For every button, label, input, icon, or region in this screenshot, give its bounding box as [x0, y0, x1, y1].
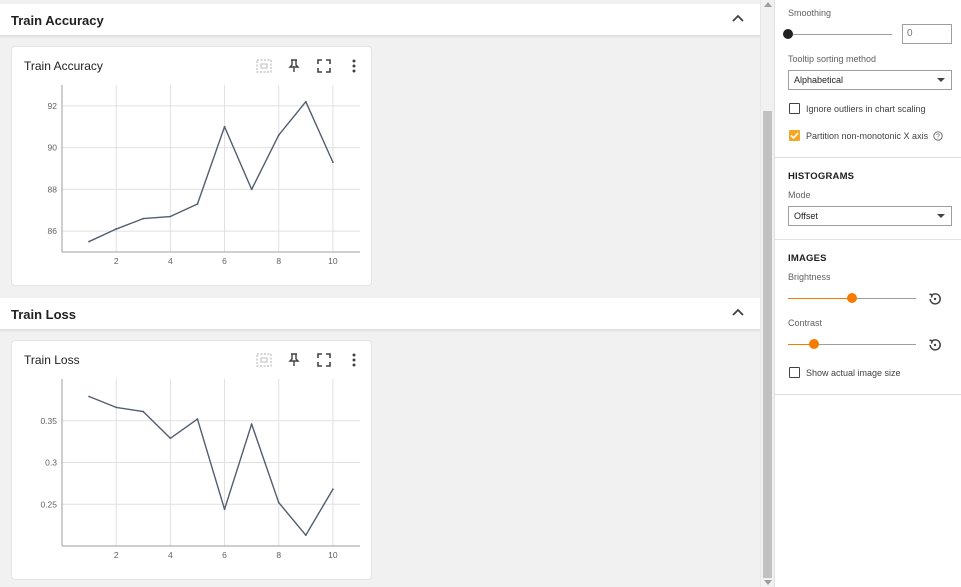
y-tick-label: 86: [48, 226, 58, 236]
brightness-slider-fill: [788, 298, 852, 299]
section-divider: [775, 239, 961, 240]
group-title: Train Accuracy: [11, 13, 104, 28]
histogram-mode-label: Mode: [788, 190, 811, 200]
data-point: [115, 406, 118, 409]
y-tick-label: 0.3: [45, 458, 57, 468]
data-point: [142, 217, 145, 220]
line-chart-train-accuracy[interactable]: 2 4 6 8 10 86 88 90 92: [12, 47, 373, 287]
tooltip-sort-label: Tooltip sorting method: [788, 54, 877, 64]
x-tick-label: 2: [114, 550, 119, 560]
group-header-train-accuracy[interactable]: Train Accuracy: [0, 4, 760, 36]
brightness-slider-thumb[interactable]: [847, 293, 857, 303]
data-point: [196, 203, 199, 205]
dropdown-caret-icon: [937, 78, 945, 82]
svg-text:?: ?: [936, 134, 940, 141]
data-point: [142, 410, 145, 413]
tooltip-sort-value: Alphabetical: [794, 75, 844, 85]
data-point: [196, 418, 199, 420]
data-point: [115, 228, 118, 230]
y-tick-label: 0.35: [40, 416, 57, 426]
y-tick-label: 88: [48, 184, 58, 194]
data-point: [250, 423, 253, 425]
section-divider: [775, 394, 961, 395]
data-point: [332, 488, 334, 491]
brightness-label: Brightness: [788, 272, 831, 282]
data-point: [223, 508, 226, 511]
y-tick-label: 92: [48, 101, 58, 111]
help-icon[interactable]: ?: [933, 131, 943, 141]
reset-contrast-icon[interactable]: [927, 337, 943, 353]
x-tick-label: 10: [328, 550, 338, 560]
x-tick-label: 4: [168, 550, 173, 560]
main-scrollbar[interactable]: [760, 0, 773, 587]
ignore-outliers-checkbox[interactable]: [789, 103, 800, 114]
actual-size-label: Show actual image size: [806, 368, 901, 378]
ignore-outliers-label: Ignore outliers in chart scaling: [806, 104, 926, 114]
scroll-down-arrow-icon[interactable]: [764, 580, 772, 585]
line-chart-train-loss[interactable]: 2 4 6 8 10 0.25 0.3 0.35: [12, 341, 373, 581]
chevron-up-icon[interactable]: [731, 11, 745, 25]
chart-card-train-loss: Train Loss 2 4 6 8 10 0.25 0.3 0.35: [11, 340, 372, 580]
data-point: [88, 395, 90, 398]
data-point: [277, 134, 280, 136]
histograms-heading: HISTOGRAMS: [788, 171, 855, 182]
partition-x-label: Partition non-monotonic X axis: [806, 131, 929, 141]
histogram-mode-value: Offset: [794, 211, 818, 221]
x-tick-label: 8: [276, 550, 281, 560]
histogram-mode-select[interactable]: Offset: [788, 206, 952, 226]
x-tick-label: 4: [168, 256, 173, 266]
x-tick-label: 8: [276, 256, 281, 266]
main-panel: Train Accuracy Train Accuracy 2 4 6 8 10 86 88…: [0, 0, 760, 587]
data-point: [88, 240, 90, 243]
x-tick-label: 10: [328, 256, 338, 266]
smoothing-input[interactable]: 0: [902, 24, 952, 44]
x-tick-label: 2: [114, 256, 119, 266]
chevron-up-icon[interactable]: [731, 305, 745, 319]
series-line: [88, 395, 334, 536]
data-point: [332, 161, 334, 164]
images-heading: IMAGES: [788, 253, 827, 264]
reset-brightness-icon[interactable]: [927, 291, 943, 307]
tooltip-sort-select[interactable]: Alphabetical: [788, 70, 952, 90]
series-line: [88, 101, 334, 243]
chart-card-train-accuracy: Train Accuracy 2 4 6 8 10 86 88 90 92: [11, 46, 372, 286]
data-point: [223, 125, 226, 128]
x-tick-label: 6: [222, 256, 227, 266]
y-tick-label: 90: [48, 143, 58, 153]
y-tick-label: 0.25: [40, 499, 57, 509]
data-point: [169, 437, 172, 440]
scrollbar-thumb[interactable]: [763, 111, 772, 578]
data-point: [250, 188, 253, 191]
data-point: [304, 100, 307, 103]
group-header-train-loss[interactable]: Train Loss: [0, 298, 760, 330]
data-point: [277, 501, 280, 504]
smoothing-slider-thumb[interactable]: [783, 29, 793, 39]
smoothing-slider-track[interactable]: [788, 34, 892, 35]
group-title: Train Loss: [11, 307, 77, 322]
smoothing-label: Smoothing: [788, 8, 832, 18]
x-tick-label: 6: [222, 550, 227, 560]
actual-size-checkbox[interactable]: [789, 367, 800, 378]
dropdown-caret-icon: [937, 214, 945, 218]
contrast-slider-thumb[interactable]: [808, 339, 819, 349]
scroll-up-arrow-icon[interactable]: [764, 2, 772, 7]
partition-x-checkbox[interactable]: [789, 130, 800, 141]
check-icon: [790, 132, 799, 140]
settings-panel: Smoothing 0 Tooltip sorting method Alpha…: [774, 0, 961, 587]
section-divider: [775, 157, 961, 158]
data-point: [169, 215, 172, 218]
data-point: [304, 534, 307, 537]
contrast-label: Contrast: [788, 318, 823, 328]
